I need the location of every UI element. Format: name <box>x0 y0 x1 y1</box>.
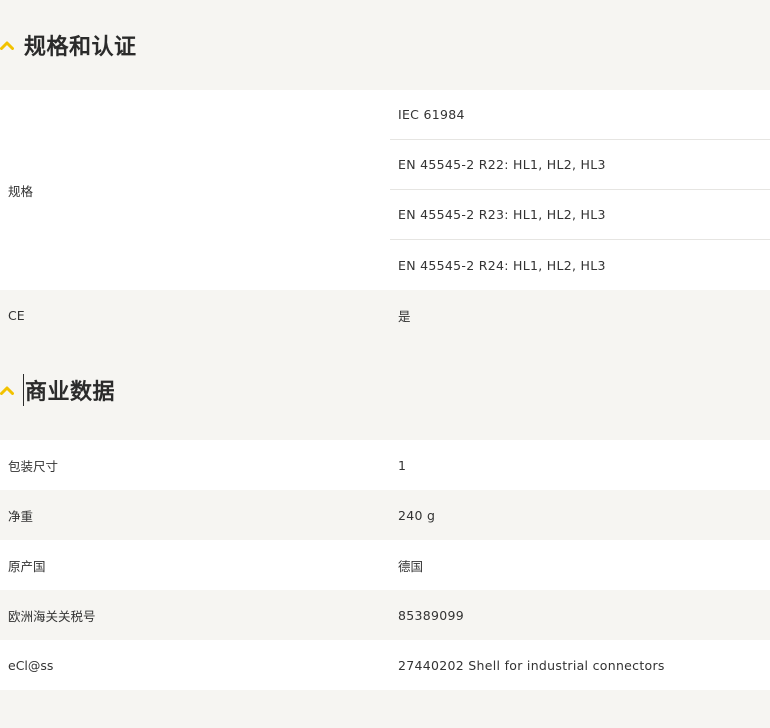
row-label-net-weight: 净重 <box>8 508 34 524</box>
commercial-table: 包装尺寸 1 净重 240 g 原产国 德国 欧洲海关关税号 85389099 … <box>0 440 770 690</box>
chevron-up-icon[interactable] <box>0 40 14 50</box>
row-value-ce: 是 <box>398 308 411 324</box>
table-row: 欧洲海关关税号 85389099 <box>0 590 770 640</box>
row-value-package-size: 1 <box>398 457 407 473</box>
spec-table: 规格 IEC 61984 EN 45545-2 R22: HL1, HL2, H… <box>0 90 770 340</box>
list-item: EN 45545-2 R22: HL1, HL2, HL3 <box>390 140 770 190</box>
row-value-eclass: 27440202 Shell for industrial connectors <box>398 657 665 673</box>
list-item: EN 45545-2 R23: HL1, HL2, HL3 <box>390 190 770 240</box>
list-item: IEC 61984 <box>390 90 770 140</box>
spec-section-header[interactable]: 规格和认证 <box>0 0 770 90</box>
product-details-page: 规格和认证 规格 IEC 61984 EN 45545-2 R22: HL1, … <box>0 0 770 728</box>
row-value-customs-tariff: 85389099 <box>398 607 465 623</box>
spec-section-title: 规格和认证 <box>24 35 137 60</box>
commercial-section-title: 商业数据 <box>23 374 115 406</box>
row-label-customs-tariff: 欧洲海关关税号 <box>8 608 96 624</box>
commercial-section-header[interactable]: 商业数据 <box>0 340 770 440</box>
row-label-country-of-origin: 原产国 <box>8 558 46 574</box>
table-row: 包装尺寸 1 <box>0 440 770 490</box>
standards-list: IEC 61984 EN 45545-2 R22: HL1, HL2, HL3 … <box>390 90 770 290</box>
table-row: 原产国 德国 <box>0 540 770 590</box>
table-row: eCl@ss 27440202 Shell for industrial con… <box>0 640 770 690</box>
table-row: 净重 240 g <box>0 490 770 540</box>
row-label-ce: CE <box>8 307 25 323</box>
chevron-up-icon[interactable] <box>0 385 14 395</box>
row-label-standards: 规格 <box>8 183 34 199</box>
row-value-country-of-origin: 德国 <box>398 558 424 574</box>
table-row: 规格 IEC 61984 EN 45545-2 R22: HL1, HL2, H… <box>0 90 770 290</box>
table-row: CE 是 <box>0 290 770 340</box>
commercial-section: 商业数据 包装尺寸 1 净重 240 g 原产国 德国 欧洲海关关税号 8538… <box>0 340 770 690</box>
spec-section: 规格和认证 规格 IEC 61984 EN 45545-2 R22: HL1, … <box>0 0 770 340</box>
row-value-net-weight: 240 g <box>398 507 436 523</box>
row-label-eclass: eCl@ss <box>8 657 54 673</box>
list-item: EN 45545-2 R24: HL1, HL2, HL3 <box>398 257 606 273</box>
row-label-package-size: 包装尺寸 <box>8 458 59 474</box>
